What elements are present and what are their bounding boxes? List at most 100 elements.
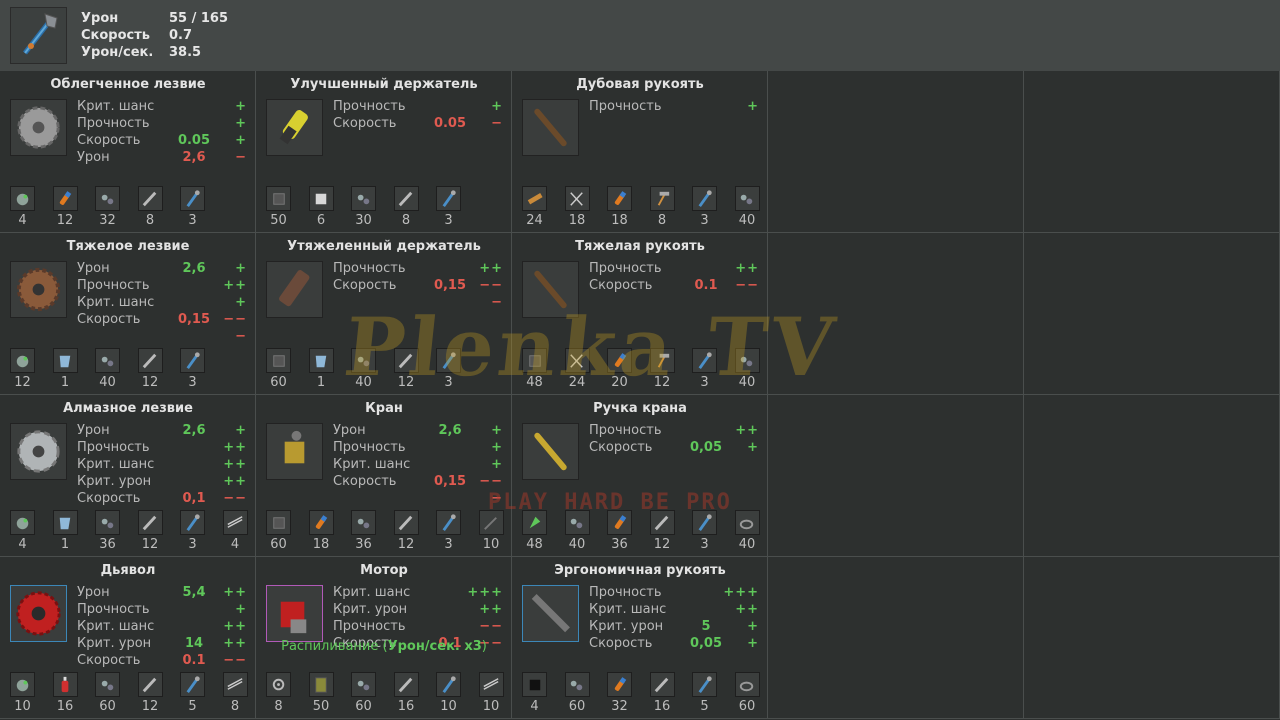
staff-icon [436,672,461,697]
material-item[interactable]: 60 [734,672,760,714]
stat-modifier: −−− [479,474,503,506]
material-item[interactable]: 30 [351,186,376,228]
material-item[interactable]: 12 [52,186,78,228]
stat-value: 5,4 [182,585,206,600]
material-item[interactable]: 18 [607,186,632,228]
upgrade-title: Утяжеленный держатель [287,239,481,254]
upgrade-card[interactable]: Улучшенный держатель Прочность + Скорость 0.… [256,71,512,233]
material-item[interactable]: 18 [564,186,590,228]
upgrade-card[interactable]: Эргономичная рукоять Прочность +++ Крит. ша… [512,557,768,719]
material-item[interactable]: 40 [564,510,590,552]
holder-improved-icon[interactable] [266,99,323,156]
blade-diamond-icon[interactable] [10,423,67,480]
material-item[interactable]: 24 [522,186,547,228]
material-item[interactable]: 50 [266,186,291,228]
material-item[interactable]: 8 [393,186,419,228]
crane-icon[interactable] [266,423,323,480]
material-item[interactable]: 5 [180,672,205,714]
stat-row: Крит. урон 5 + [589,618,759,635]
material-item[interactable]: 60 [266,348,291,390]
material-count: 18 [611,213,628,228]
ergo-handle-icon[interactable] [522,585,579,642]
material-item[interactable]: 6 [308,186,334,228]
material-item[interactable]: 4 [222,510,248,552]
material-item[interactable]: 8 [137,186,163,228]
material-item[interactable]: 60 [95,672,120,714]
material-item[interactable]: 3 [180,348,205,390]
motor-icon[interactable] [266,585,323,642]
material-item[interactable]: 18 [308,510,334,552]
weapon-icon[interactable] [10,7,67,64]
material-item[interactable]: 60 [351,672,376,714]
stat-row: Крит. урон ++ [333,601,503,618]
materials-list: 50 6 30 8 3 [266,186,479,228]
material-item[interactable]: 16 [52,672,78,714]
material-item[interactable]: 48 [522,510,547,552]
stat-label: Крит. шанс [333,585,411,600]
material-item[interactable]: 12 [137,510,163,552]
material-item[interactable]: 4 [10,186,35,228]
material-item[interactable]: 10 [10,672,35,714]
stat-row: Урон 2,6 − [77,149,247,166]
upgrade-card[interactable]: Ручка крана Прочность ++ Скорость 0,05 +48 40 3… [512,395,768,557]
material-item[interactable]: 1 [52,348,78,390]
upgrade-card[interactable]: Облегченное лезвие Крит. шанс + Прочность + С… [0,71,256,233]
material-item[interactable]: 60 [266,510,291,552]
blade-heavy-icon[interactable] [10,261,67,318]
material-item[interactable]: 10 [478,672,504,714]
material-item[interactable]: 1 [308,348,334,390]
upgrade-card[interactable]: Дубовая рукоять Прочность +24 18 18 8 3 40 [512,71,768,233]
material-item[interactable]: 3 [180,186,205,228]
glass-icon [52,348,78,373]
material-item[interactable]: 16 [649,672,675,714]
blade-light-icon[interactable] [10,99,67,156]
material-item[interactable]: 5 [692,672,717,714]
material-item[interactable]: 4 [10,510,35,552]
holder-heavy-icon[interactable] [266,261,323,318]
stat-value [431,260,469,277]
stat-row: Прочность ++ [77,439,247,456]
material-item[interactable]: 3 [436,186,461,228]
material-item[interactable]: 4 [522,672,547,714]
stat-label: Урон [77,150,110,165]
upgrade-card[interactable]: Дьявол Урон 5,4 ++ Прочность + Крит. шанс ++ Кри… [0,557,256,719]
material-item[interactable]: 8 [266,672,291,714]
oak-handle-icon[interactable] [522,99,579,156]
material-item[interactable]: 60 [564,672,590,714]
material-item[interactable]: 10 [478,510,504,552]
crane-handle-icon[interactable] [522,423,579,480]
upgrade-card[interactable]: Мотор Крит. шанс +++ Крит. урон ++ Прочность −… [256,557,512,719]
material-item[interactable]: 40 [734,186,760,228]
material-item[interactable]: 32 [95,186,120,228]
material-item[interactable]: 36 [607,510,632,552]
material-item[interactable]: 10 [436,672,461,714]
upgrade-card[interactable]: Тяжелое лезвие Урон 2,6 + Прочность ++ Крит. ш… [0,233,256,395]
stat-row: Урон 2,6 + [77,422,247,439]
devil-blade-icon[interactable] [10,585,67,642]
material-item[interactable]: 32 [607,672,632,714]
material-item[interactable]: 12 [10,348,35,390]
material-item[interactable]: 8 [649,186,675,228]
header-stat-label: Скорость [81,28,150,43]
material-item[interactable]: 12 [393,510,419,552]
material-item[interactable]: 8 [222,672,248,714]
upgrade-card[interactable]: Кран Урон 2,6 + Прочность + Крит. шанс + Скорост… [256,395,512,557]
upgrade-stats: Крит. шанс + Прочность + Скорость 0.05 + Урон 2,… [77,98,247,166]
material-item[interactable]: 16 [393,672,419,714]
material-item[interactable]: 12 [137,672,163,714]
material-item[interactable]: 36 [95,510,120,552]
material-item[interactable]: 50 [308,672,334,714]
material-item[interactable]: 3 [436,510,461,552]
material-count: 50 [270,213,287,228]
material-item[interactable]: 3 [692,510,717,552]
material-item[interactable]: 12 [137,348,163,390]
material-item[interactable]: 36 [351,510,376,552]
material-item[interactable]: 40 [734,510,760,552]
material-item[interactable]: 3 [692,186,717,228]
material-item[interactable]: 1 [52,510,78,552]
material-item[interactable]: 3 [180,510,205,552]
material-item[interactable]: 40 [95,348,120,390]
material-item[interactable]: 12 [649,510,675,552]
upgrade-card[interactable]: Алмазное лезвие Урон 2,6 + Прочность ++ Крит. … [0,395,256,557]
stat-modifier: −− [479,619,503,634]
